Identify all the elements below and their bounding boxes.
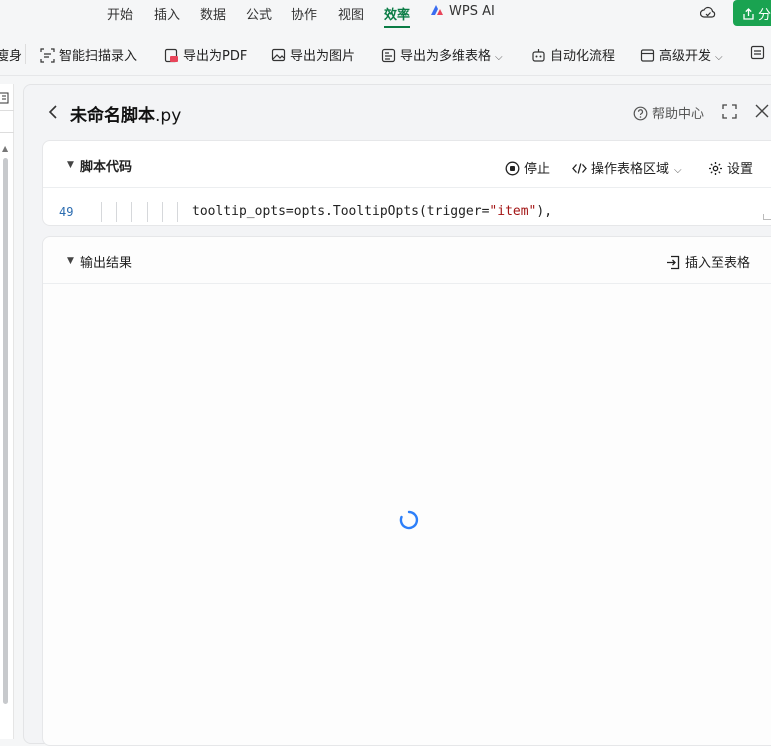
code-text: tooltip_opts=opts.TooltipOpts(trigger= — [192, 204, 490, 219]
smart-scan-label: 智能扫描录入 — [59, 49, 138, 64]
robot-icon — [532, 49, 545, 62]
operate-range-button[interactable]: 操作表格区域 ⌵ — [572, 158, 682, 177]
sheet-icon — [0, 92, 9, 104]
loading-spinner-icon — [399, 510, 419, 530]
cloud-sync-icon[interactable] — [700, 5, 716, 21]
toolbar-divider — [25, 44, 26, 64]
automation-label: 自动化流程 — [550, 49, 616, 64]
code-icon — [572, 163, 587, 174]
menu-insert[interactable]: 插入 — [154, 4, 180, 23]
insert-to-sheet-button[interactable]: 插入至表格 — [666, 252, 750, 271]
insert-icon — [667, 255, 680, 270]
advanced-dev-label: 高级开发 — [659, 49, 712, 64]
advanced-dev-button[interactable]: 高级开发 ⌵ — [640, 45, 723, 64]
script-code-header: ▼ 脚本代码 停止 操作表格区域 ⌵ 设置 — [43, 141, 771, 188]
script-code-title: 脚本代码 — [80, 160, 133, 175]
divider — [0, 132, 14, 133]
resize-corner[interactable] — [763, 214, 771, 220]
list-box-icon — [750, 45, 765, 60]
help-center-button[interactable]: 帮助中心 — [633, 103, 704, 122]
script-name: 未命名脚本 — [70, 106, 155, 126]
collapse-caret-icon[interactable]: ▼ — [67, 256, 74, 266]
vertical-scrollbar[interactable] — [3, 158, 8, 704]
share-icon — [743, 8, 754, 20]
settings-button[interactable]: 设置 — [708, 158, 753, 177]
menu-formula[interactable]: 公式 — [246, 4, 272, 23]
chevron-down-icon: ⌵ — [715, 52, 723, 63]
active-tab-indicator — [384, 26, 410, 28]
output-title: 输出结果 — [80, 256, 133, 271]
indent-guide — [101, 202, 102, 222]
more-toolbar-button[interactable] — [750, 45, 769, 61]
toolbar-slim[interactable]: 瘦身 — [0, 45, 22, 64]
share-button[interactable]: 分 — [733, 0, 771, 26]
stop-label: 停止 — [524, 162, 551, 177]
export-pdf-button[interactable]: 导出为PDF — [164, 45, 247, 64]
scan-icon — [40, 48, 55, 63]
code-string: "item" — [489, 204, 537, 219]
help-center-label: 帮助中心 — [652, 107, 705, 122]
scroll-up-arrow-icon[interactable]: ▲ — [2, 144, 8, 153]
indent-guide — [116, 202, 117, 222]
indent-guide — [162, 202, 163, 222]
export-multitable-label: 导出为多维表格 — [400, 49, 492, 64]
chevron-down-icon: ⌵ — [495, 52, 503, 63]
indent-guide — [131, 202, 132, 222]
output-header: ▼ 输出结果 插入至表格 — [43, 237, 771, 284]
smart-scan-button[interactable]: 智能扫描录入 — [40, 45, 137, 64]
close-icon[interactable] — [755, 104, 769, 118]
question-circle-icon — [633, 106, 648, 121]
menu-wps-ai[interactable]: WPS AI — [430, 4, 495, 19]
operate-range-label: 操作表格区域 — [591, 162, 670, 177]
toolbar: 瘦身 智能扫描录入 导出为PDF 导出为图片 导出为多维表格 ⌵ 自动化流程 高… — [0, 30, 771, 76]
back-arrow-icon[interactable] — [47, 104, 59, 120]
settings-label: 设置 — [727, 162, 754, 177]
export-multitable-icon — [381, 48, 396, 63]
stop-button[interactable]: 停止 — [505, 158, 550, 177]
wps-ai-logo-icon — [431, 5, 443, 15]
export-pdf-label: 导出为PDF — [183, 49, 248, 64]
divider — [0, 110, 14, 111]
fullscreen-icon[interactable] — [722, 104, 737, 119]
gear-icon — [709, 162, 722, 175]
stop-circle-icon — [505, 161, 520, 176]
chevron-down-icon: ⌵ — [674, 165, 682, 176]
indent-guide — [177, 202, 178, 222]
code-line[interactable]: tooltip_opts=opts.TooltipOpts(trigger="i… — [192, 204, 552, 219]
indent-guide — [147, 202, 148, 222]
menu-efficiency[interactable]: 效率 — [384, 4, 410, 23]
menu-view[interactable]: 视图 — [338, 4, 364, 23]
export-pdf-icon — [164, 48, 178, 63]
menu-data[interactable]: 数据 — [200, 4, 226, 23]
script-extension: .py — [155, 106, 182, 126]
insert-to-sheet-label: 插入至表格 — [685, 256, 751, 271]
wps-ai-label: WPS AI — [449, 4, 495, 19]
export-image-icon — [271, 48, 286, 62]
menu-bar: 开始 插入 数据 公式 协作 视图 效率 WPS AI 分 — [0, 0, 771, 30]
automation-button[interactable]: 自动化流程 — [531, 45, 615, 64]
export-image-label: 导出为图片 — [290, 49, 356, 64]
share-label: 分 — [758, 8, 771, 23]
dev-window-icon — [640, 49, 655, 62]
output-card: ▼ 输出结果 插入至表格 — [42, 236, 771, 746]
line-number: 49 — [59, 205, 74, 219]
menu-start[interactable]: 开始 — [107, 4, 133, 23]
script-title: 未命名脚本.py — [70, 101, 181, 126]
menu-collab[interactable]: 协作 — [291, 4, 317, 23]
code-text-end: ), — [536, 204, 553, 219]
collapse-caret-icon[interactable]: ▼ — [67, 160, 74, 170]
export-multitable-button[interactable]: 导出为多维表格 ⌵ — [381, 45, 503, 64]
export-image-button[interactable]: 导出为图片 — [271, 45, 355, 64]
